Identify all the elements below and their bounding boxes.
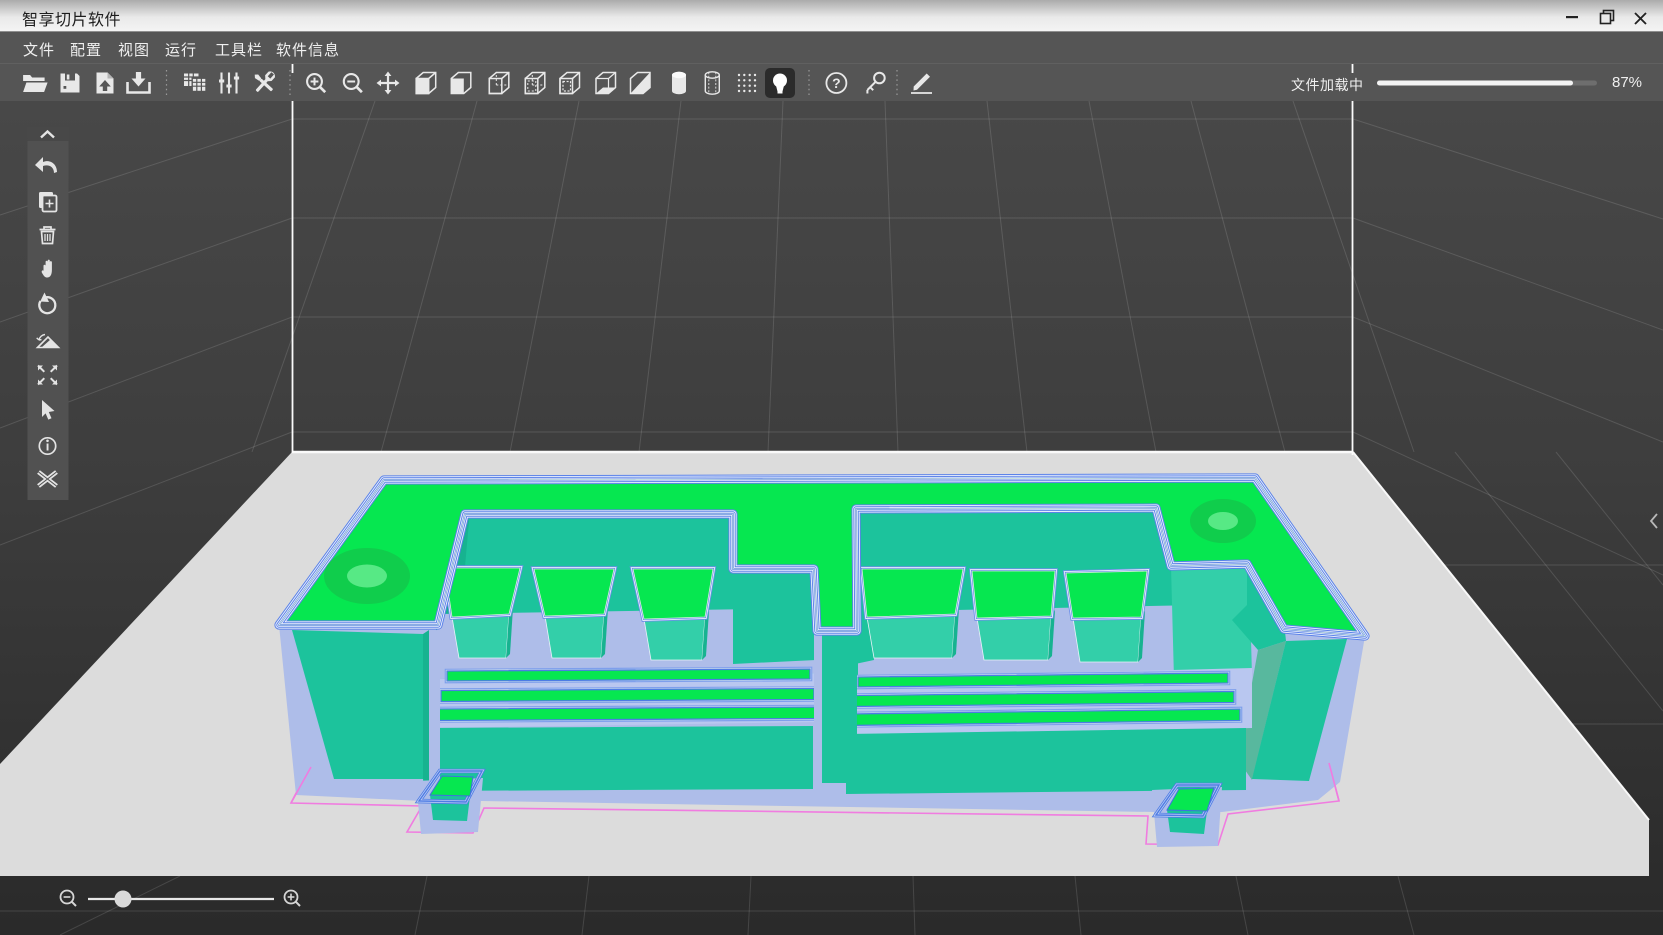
svg-text:?: ? (832, 75, 841, 91)
